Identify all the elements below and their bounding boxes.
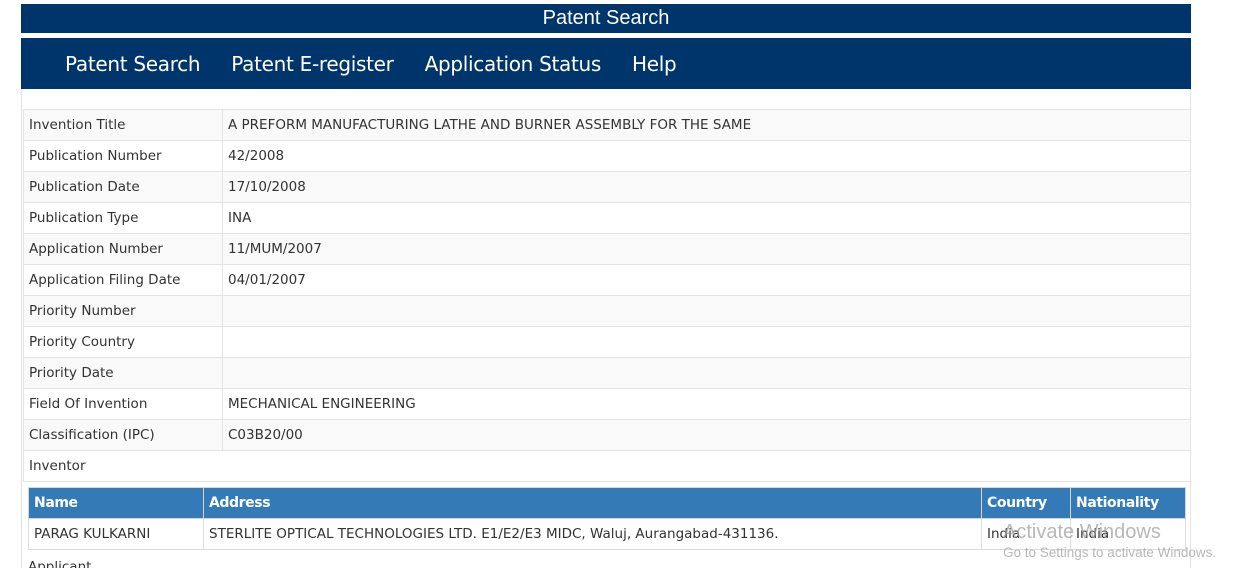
- activate-windows-watermark: Activate Windows Go to Settings to activ…: [1003, 520, 1216, 562]
- table-row: Priority Date: [23, 357, 1191, 389]
- inventor-section-label: Inventor: [23, 450, 1191, 482]
- field-value: C03B20/00: [222, 419, 1191, 451]
- table-row: Publication Number 42/2008: [23, 140, 1191, 172]
- field-label: Field Of Invention: [23, 388, 223, 420]
- details-panel: Invention Title A PREFORM MANUFACTURING …: [21, 89, 1191, 568]
- field-label: Priority Number: [23, 295, 223, 327]
- field-value: 11/MUM/2007: [222, 233, 1191, 265]
- watermark-subtitle: Go to Settings to activate Windows.: [1003, 545, 1217, 560]
- field-label: Priority Date: [23, 357, 223, 389]
- page-title: Patent Search: [542, 7, 670, 29]
- field-value: [222, 295, 1191, 327]
- header-name: Name: [28, 487, 204, 519]
- page-title-bar: Patent Search: [21, 4, 1191, 33]
- table-row: Publication Date 17/10/2008: [23, 171, 1191, 203]
- inventor-name: PARAG KULKARNI: [28, 518, 204, 550]
- nav-patent-search[interactable]: Patent Search: [65, 52, 201, 76]
- applicant-section-label: Applicant: [28, 559, 92, 568]
- field-label: Publication Type: [23, 202, 223, 234]
- field-label: Invention Title: [23, 109, 223, 141]
- header-country: Country: [981, 487, 1071, 519]
- table-row: Application Filing Date 04/01/2007: [23, 264, 1191, 296]
- field-label: Publication Number: [23, 140, 223, 172]
- main-nav: Patent Search Patent E-register Applicat…: [21, 38, 1191, 89]
- field-value: [222, 357, 1191, 389]
- nav-help[interactable]: Help: [632, 52, 677, 76]
- field-value: 42/2008: [222, 140, 1191, 172]
- table-row: Priority Number: [23, 295, 1191, 327]
- field-value: 04/01/2007: [222, 264, 1191, 296]
- table-row: Inventor: [23, 450, 1191, 482]
- field-label: Classification (IPC): [23, 419, 223, 451]
- field-value: 17/10/2008: [222, 171, 1191, 203]
- table-row: Field Of Invention MECHANICAL ENGINEERIN…: [23, 388, 1191, 420]
- field-value: MECHANICAL ENGINEERING: [222, 388, 1191, 420]
- header-nationality: Nationality: [1070, 487, 1186, 519]
- field-value: [222, 326, 1191, 358]
- field-label: Publication Date: [23, 171, 223, 203]
- table-row: Application Number 11/MUM/2007: [23, 233, 1191, 265]
- field-label: Priority Country: [23, 326, 223, 358]
- field-label: Application Filing Date: [23, 264, 223, 296]
- patent-details-table: Invention Title A PREFORM MANUFACTURING …: [23, 109, 1191, 482]
- nav-application-status[interactable]: Application Status: [425, 52, 602, 76]
- nav-patent-e-register[interactable]: Patent E-register: [231, 52, 394, 76]
- table-row: Publication Type INA: [23, 202, 1191, 234]
- inventor-address: STERLITE OPTICAL TECHNOLOGIES LTD. E1/E2…: [203, 518, 982, 550]
- header-address: Address: [203, 487, 982, 519]
- table-row: Priority Country: [23, 326, 1191, 358]
- table-row: Invention Title A PREFORM MANUFACTURING …: [23, 109, 1191, 141]
- inventor-table-header: Name Address Country Nationality: [28, 487, 1186, 519]
- table-row: Classification (IPC) C03B20/00: [23, 419, 1191, 451]
- watermark-title: Activate Windows: [1003, 521, 1161, 543]
- field-value: INA: [222, 202, 1191, 234]
- field-value: A PREFORM MANUFACTURING LATHE AND BURNER…: [222, 109, 1191, 141]
- field-label: Application Number: [23, 233, 223, 265]
